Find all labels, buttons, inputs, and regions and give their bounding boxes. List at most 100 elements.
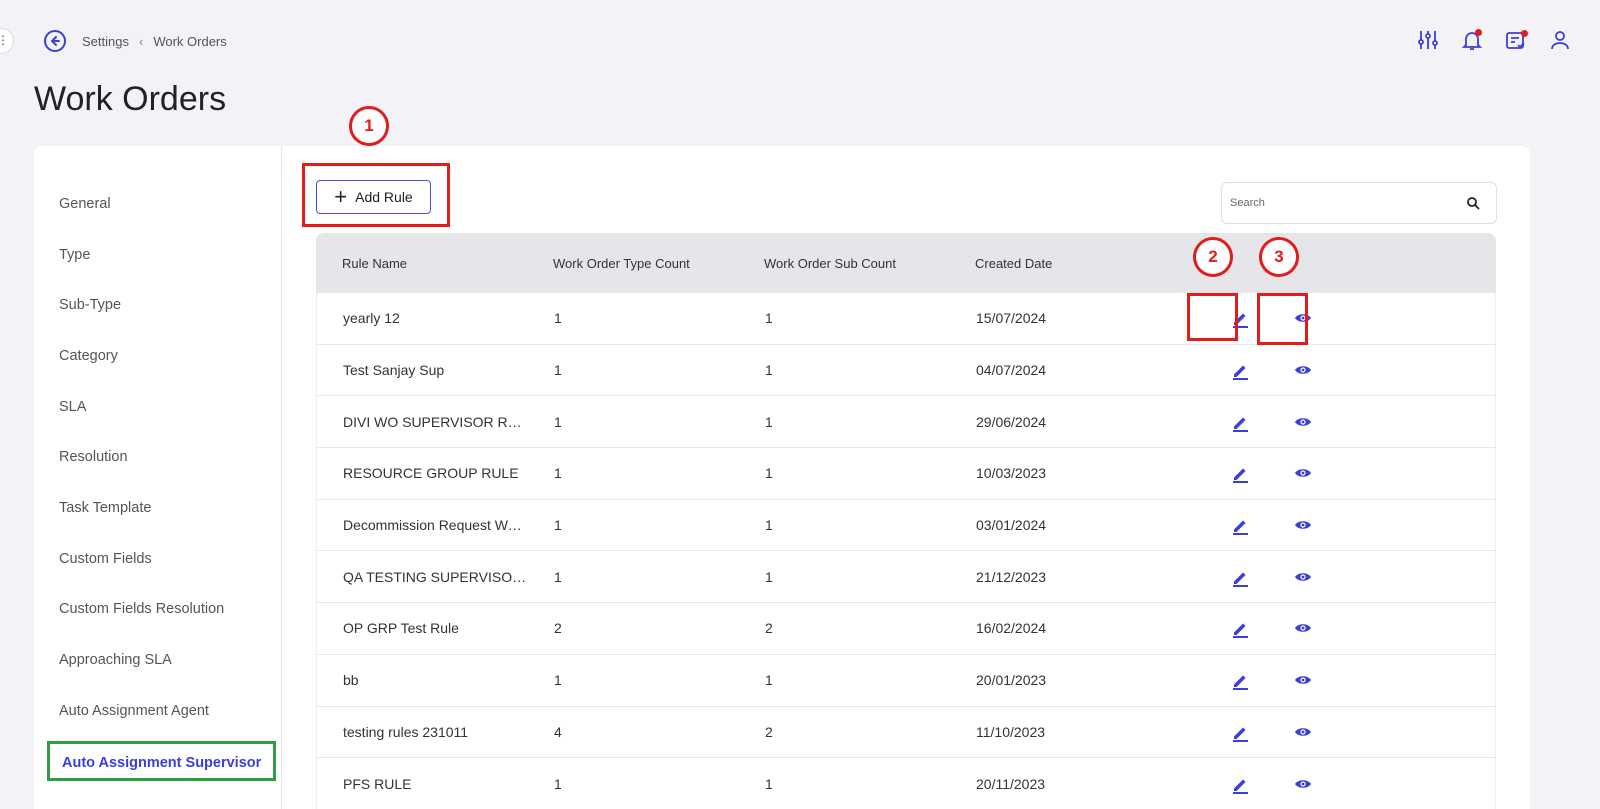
eye-icon[interactable] — [1294, 571, 1368, 583]
cell-type-count: 1 — [554, 465, 562, 482]
plus-icon: + — [334, 184, 348, 209]
cell-rule-name: PFS RULE — [343, 775, 412, 792]
sidebar: General Type Sub-Type Category SLA Resol… — [34, 146, 282, 809]
search-icon[interactable] — [1466, 196, 1480, 210]
annotation-1: 1 — [349, 106, 389, 146]
breadcrumb: Settings ‹ Work Orders — [44, 30, 227, 52]
sidebar-item-custom-fields-resolution[interactable]: Custom Fields Resolution — [59, 599, 224, 619]
edit-icon[interactable] — [1161, 463, 1294, 484]
table-row: OP GRP Test Rule 2 2 16/02/2024 — [316, 603, 1496, 655]
cell-rule-name: yearly 12 — [343, 310, 400, 327]
cell-sub-count: 1 — [765, 362, 773, 379]
cell-created-date: 20/01/2023 — [976, 672, 1047, 689]
cell-type-count: 1 — [554, 413, 562, 430]
cell-type-count: 1 — [554, 310, 562, 327]
calendar-dot — [1521, 30, 1528, 37]
header-sub-count: Work Order Sub Count — [764, 255, 896, 271]
sidebar-item-category[interactable]: Category — [59, 346, 118, 366]
table-row: QA TESTING SUPERVISOR AA 1 1 21/12/2023 — [316, 551, 1496, 604]
dots-icon: ⋮ — [0, 33, 9, 47]
eye-icon[interactable] — [1294, 674, 1368, 686]
edit-icon[interactable] — [1161, 412, 1294, 432]
header-created-date: Created Date — [975, 255, 1053, 271]
cell-rule-name: QA TESTING SUPERVISOR AA — [343, 568, 528, 585]
annotation-2: 2 — [1193, 237, 1233, 277]
edit-icon[interactable] — [1161, 567, 1294, 587]
table-row: yearly 12 1 1 15/07/2024 — [316, 293, 1496, 345]
collapse-handle[interactable]: ⋮ — [0, 28, 14, 54]
chevron-left-icon: ‹ — [138, 33, 144, 49]
edit-icon[interactable] — [1161, 360, 1294, 381]
eye-icon[interactable] — [1294, 364, 1368, 376]
cell-sub-count: 1 — [765, 672, 773, 689]
cell-type-count: 1 — [554, 362, 562, 379]
eye-icon[interactable] — [1294, 519, 1368, 531]
edit-icon[interactable] — [1161, 670, 1294, 691]
cell-rule-name: testing rules 231011 — [343, 723, 469, 740]
cell-created-date: 11/10/2023 — [976, 723, 1046, 740]
cell-type-count: 1 — [554, 672, 562, 689]
filter-sliders-icon[interactable] — [1416, 28, 1440, 52]
header-type-count: Work Order Type Count — [553, 255, 690, 271]
sidebar-item-general[interactable]: General — [59, 194, 111, 214]
table-row: testing rules 231011 4 2 11/10/2023 — [316, 706, 1496, 759]
sidebar-item-resolution[interactable]: Resolution — [59, 447, 128, 467]
sidebar-item-auto-assignment-supervisor[interactable]: Auto Assignment Supervisor — [47, 741, 277, 781]
eye-icon[interactable] — [1294, 726, 1368, 738]
sidebar-item-approaching-sla[interactable]: Approaching SLA — [59, 650, 172, 670]
table-row: Decommission Request Work... 1 1 03/01/2024 — [316, 499, 1496, 552]
eye-icon[interactable] — [1294, 622, 1368, 634]
eye-icon[interactable] — [1294, 467, 1368, 479]
cell-rule-name: bb — [343, 672, 359, 689]
back-arrow-icon[interactable] — [44, 30, 66, 52]
edit-icon[interactable] — [1161, 515, 1294, 536]
calendar-check-icon[interactable] — [1504, 28, 1528, 52]
cell-created-date: 03/01/2024 — [976, 517, 1047, 534]
cell-sub-count: 1 — [765, 413, 773, 430]
edit-icon[interactable] — [1161, 774, 1294, 794]
search-box — [1221, 182, 1497, 224]
sidebar-item-sub-type[interactable]: Sub-Type — [59, 295, 121, 315]
edit-icon[interactable] — [1161, 722, 1294, 742]
page-title: Work Orders — [34, 80, 227, 118]
cell-created-date: 21/12/2023 — [976, 568, 1047, 585]
table-row: DIVI WO SUPERVISOR RULE 1 1 29/06/2024 — [316, 396, 1496, 449]
user-icon[interactable] — [1548, 28, 1572, 52]
annotation-box-edit — [1187, 293, 1238, 341]
breadcrumb-settings[interactable]: Settings — [82, 34, 129, 49]
sidebar-item-sla[interactable]: SLA — [59, 397, 86, 417]
table-row: bb 1 1 20/01/2023 — [316, 654, 1496, 707]
eye-icon[interactable] — [1294, 778, 1368, 790]
edit-icon[interactable] — [1161, 618, 1294, 639]
table-row: RESOURCE GROUP RULE 1 1 10/03/2023 — [316, 448, 1496, 500]
sidebar-item-custom-fields[interactable]: Custom Fields — [59, 549, 152, 569]
table-body: yearly 12 1 1 15/07/2024 Test Sanjay Sup 1 1 04… — [316, 293, 1496, 809]
cell-created-date: 15/07/2024 — [976, 310, 1047, 327]
cell-created-date: 29/06/2024 — [976, 413, 1047, 430]
sidebar-item-task-template[interactable]: Task Template — [59, 498, 151, 518]
sidebar-item-auto-assignment-agent[interactable]: Auto Assignment Agent — [59, 701, 209, 721]
cell-type-count: 1 — [554, 775, 562, 792]
rules-table: Rule Name Work Order Type Count Work Ord… — [316, 233, 1496, 809]
eye-icon[interactable] — [1294, 416, 1368, 428]
annotation-3: 3 — [1259, 237, 1299, 277]
cell-type-count: 1 — [554, 517, 562, 534]
cell-type-count: 4 — [554, 723, 562, 740]
table-row: Test Sanjay Sup 1 1 04/07/2024 — [316, 344, 1496, 397]
cell-sub-count: 1 — [765, 775, 773, 792]
bell-icon[interactable] — [1460, 28, 1484, 52]
cell-created-date: 10/03/2023 — [976, 465, 1047, 482]
sidebar-item-type[interactable]: Type — [59, 245, 90, 265]
cell-rule-name: DIVI WO SUPERVISOR RULE — [343, 413, 528, 430]
breadcrumb-current: Work Orders — [153, 33, 227, 49]
notification-dot — [1475, 29, 1482, 36]
search-input[interactable] — [1230, 197, 1466, 209]
cell-sub-count: 1 — [765, 517, 773, 534]
header-rule-name: Rule Name — [342, 255, 408, 271]
cell-type-count: 1 — [554, 568, 562, 585]
cell-sub-count: 1 — [765, 310, 773, 327]
add-rule-button[interactable]: + Add Rule — [316, 180, 431, 214]
cell-type-count: 2 — [554, 620, 562, 637]
table-header: Rule Name Work Order Type Count Work Ord… — [316, 233, 1496, 293]
cell-created-date: 16/02/2024 — [976, 620, 1047, 637]
